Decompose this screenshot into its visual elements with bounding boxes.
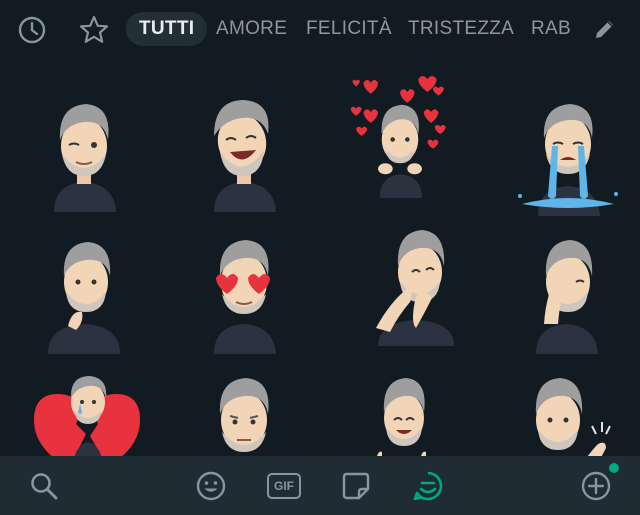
- search-icon[interactable]: [26, 468, 62, 504]
- plus-circle-icon[interactable]: [578, 468, 614, 504]
- sticker-grid: [0, 58, 640, 496]
- clock-icon[interactable]: [12, 10, 52, 50]
- pencil-icon[interactable]: [590, 12, 620, 46]
- sticker-heart-eyes[interactable]: [184, 226, 304, 354]
- sticker-facepalm-laugh[interactable]: [356, 218, 476, 346]
- sticker-wink[interactable]: [24, 84, 144, 212]
- tab-tristezza[interactable]: TRISTEZZA: [408, 12, 514, 46]
- sticker-facepalm[interactable]: [506, 226, 626, 354]
- gif-button[interactable]: GIF: [263, 468, 305, 504]
- star-icon[interactable]: [74, 10, 114, 50]
- sticker-icon[interactable]: [338, 468, 374, 504]
- notification-dot: [609, 463, 619, 473]
- smiley-icon[interactable]: [193, 468, 229, 504]
- sticker-laugh[interactable]: [184, 84, 304, 212]
- tab-amore[interactable]: AMORE: [216, 12, 287, 46]
- avatar-sticker-icon[interactable]: [410, 468, 446, 504]
- sticker-thinking[interactable]: [24, 226, 144, 354]
- tab-rabbia[interactable]: RAB: [531, 12, 571, 46]
- sticker-crying[interactable]: [508, 88, 628, 216]
- sticker-hearts-around[interactable]: [340, 70, 460, 198]
- tab-felicita[interactable]: FELICITÀ: [306, 12, 392, 46]
- bottom-toolbar: GIF: [0, 456, 640, 515]
- gif-label: GIF: [267, 473, 301, 499]
- sticker-category-bar: TUTTI AMORE FELICITÀ TRISTEZZA RAB: [0, 0, 640, 58]
- tab-tutti[interactable]: TUTTI: [126, 12, 208, 46]
